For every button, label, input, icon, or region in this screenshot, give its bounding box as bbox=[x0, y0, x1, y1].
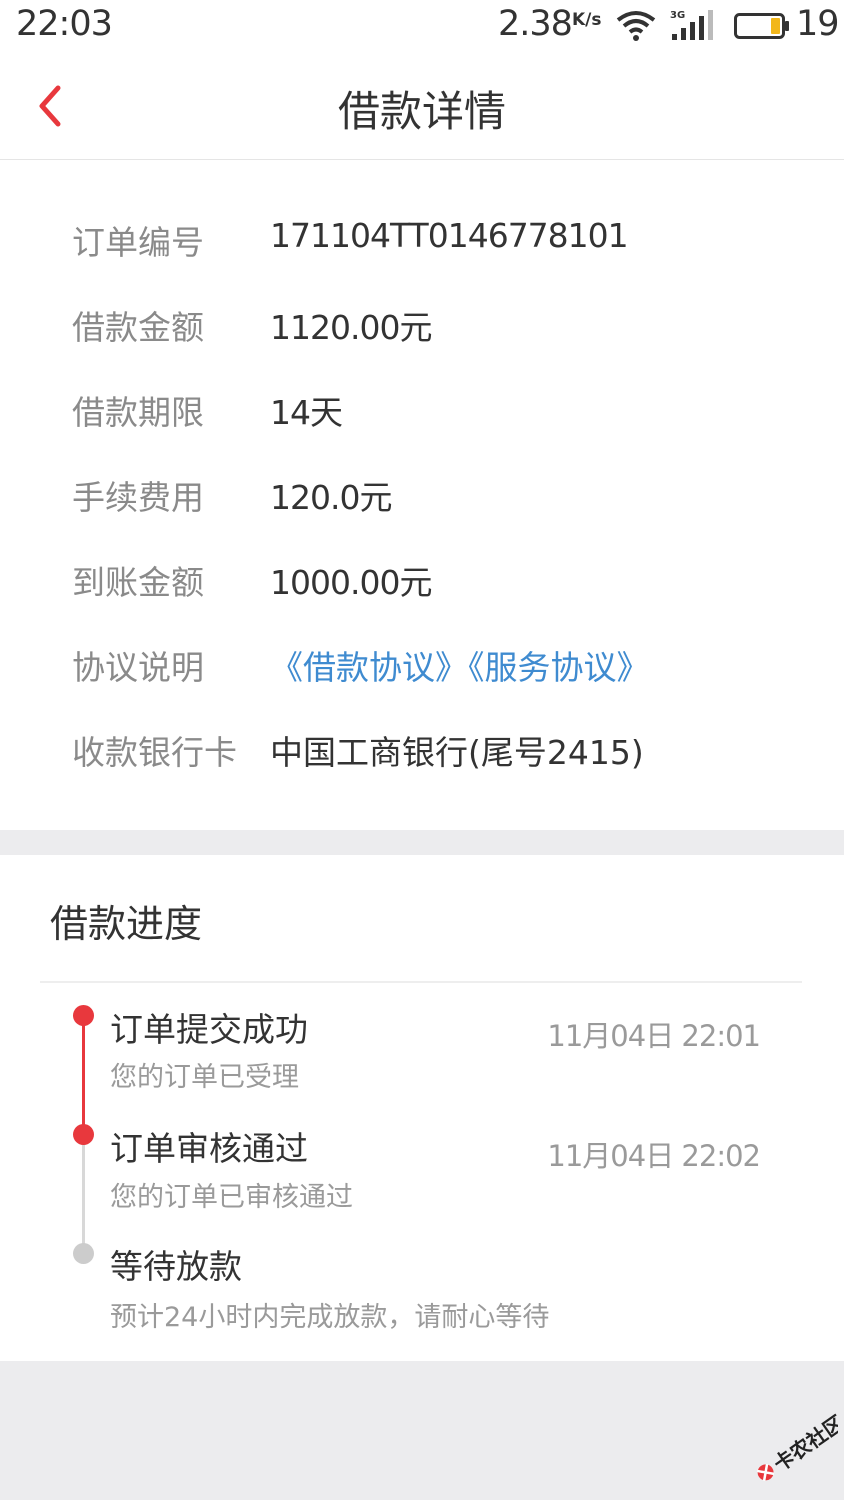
timeline-line-done bbox=[82, 1015, 85, 1135]
loan-agreement-link[interactable]: 《借款协议》 bbox=[270, 648, 468, 687]
detail-label: 收款银行卡 bbox=[72, 733, 237, 772]
detail-row-service-fee: 手续费用 120.0元 bbox=[0, 463, 844, 523]
detail-row-loan-amount: 借款金额 1120.00元 bbox=[0, 293, 844, 353]
detail-value: 14天 bbox=[270, 393, 343, 432]
section-title: 借款进度 bbox=[50, 902, 203, 946]
detail-row-order-number: 订单编号 171104TT0146778101 bbox=[0, 208, 844, 268]
detail-value: 120.0元 bbox=[270, 478, 392, 517]
status-net-speed-unit: K/s bbox=[572, 10, 602, 30]
step-desc: 预计24小时内完成放款，请耐心等待 bbox=[110, 1302, 550, 1333]
step-time: 11月04日 22:02 bbox=[547, 1139, 761, 1173]
loan-details-card: 订单编号 171104TT0146778101 借款金额 1120.00元 借款… bbox=[0, 160, 844, 830]
detail-value: 1000.00元 bbox=[270, 563, 432, 602]
watermark-text: 卡农社区 bbox=[769, 1411, 838, 1477]
divider bbox=[40, 981, 802, 983]
step-title: 等待放款 bbox=[110, 1247, 242, 1286]
detail-row-bank-card: 收款银行卡 中国工商银行(尾号2415) bbox=[0, 718, 844, 778]
detail-value: 1120.00元 bbox=[270, 308, 432, 347]
step-title: 订单审核通过 bbox=[110, 1129, 308, 1168]
timeline-dot-pending bbox=[73, 1243, 94, 1264]
detail-label: 协议说明 bbox=[72, 648, 204, 687]
battery-icon bbox=[734, 13, 789, 39]
timeline-line-pending bbox=[82, 1135, 85, 1253]
battery-level: 19 bbox=[796, 4, 840, 44]
status-net-speed: 2.38 bbox=[498, 4, 573, 44]
detail-label: 订单编号 bbox=[72, 223, 204, 262]
detail-value: 中国工商银行(尾号2415) bbox=[270, 733, 644, 772]
detail-label: 借款期限 bbox=[72, 393, 204, 432]
detail-label: 手续费用 bbox=[72, 478, 204, 517]
step-time: 11月04日 22:01 bbox=[547, 1019, 761, 1053]
detail-value: 171104TT0146778101 bbox=[270, 216, 629, 255]
step-title: 订单提交成功 bbox=[110, 1010, 308, 1049]
detail-row-agreements: 协议说明 《借款协议》《服务协议》 bbox=[0, 633, 844, 693]
detail-label: 借款金额 bbox=[72, 308, 204, 347]
status-bar: 22:03 2.38 K/s 3G 19 bbox=[0, 0, 844, 54]
detail-label: 到账金额 bbox=[72, 563, 204, 602]
agreement-links: 《借款协议》《服务协议》 bbox=[270, 641, 650, 689]
detail-row-loan-term: 借款期限 14天 bbox=[0, 378, 844, 438]
wifi-icon bbox=[616, 11, 656, 41]
step-desc: 您的订单已审核通过 bbox=[110, 1182, 353, 1213]
step-desc: 您的订单已受理 bbox=[110, 1062, 299, 1093]
nav-bar: 借款详情 bbox=[0, 54, 844, 160]
timeline-dot-done bbox=[73, 1124, 94, 1145]
timeline-dot-done bbox=[73, 1005, 94, 1026]
detail-row-received-amount: 到账金额 1000.00元 bbox=[0, 548, 844, 608]
status-time: 22:03 bbox=[16, 4, 113, 44]
network-type-label: 3G bbox=[670, 10, 685, 21]
loan-progress-card: 借款进度 订单提交成功 您的订单已受理 11月04日 22:01 订单审核通过 … bbox=[0, 855, 844, 1361]
service-agreement-link[interactable]: 《服务协议》 bbox=[468, 648, 650, 687]
cellular-signal-icon: 3G bbox=[670, 10, 713, 40]
watermark-logo: 卡农社区 bbox=[757, 1411, 838, 1481]
page-title: 借款详情 bbox=[337, 87, 506, 136]
